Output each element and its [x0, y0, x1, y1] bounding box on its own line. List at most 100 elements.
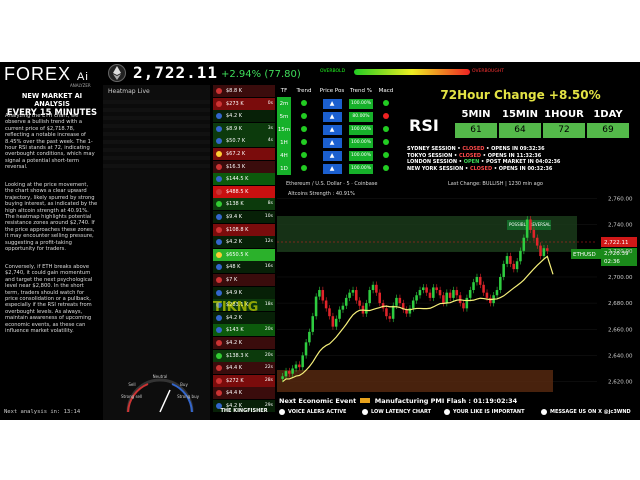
gauge-label-strong-sell: Strong sell	[121, 394, 142, 399]
rsi-value-5min: 61	[455, 123, 497, 138]
candle-body	[462, 303, 465, 309]
whale-trade-row: $4.4 K 22s	[213, 362, 275, 375]
trade-time: 12s	[264, 239, 273, 245]
coin-icon	[216, 264, 222, 271]
candle-body	[388, 316, 392, 319]
candle-body	[398, 297, 402, 304]
whale-trade-row: $7 K	[213, 274, 275, 286]
candle-body	[515, 261, 519, 270]
candle-body	[324, 300, 328, 309]
candle-body	[378, 292, 381, 304]
candle-body	[542, 248, 546, 257]
coin-icon	[216, 239, 222, 246]
candle-body	[425, 287, 428, 293]
dot-icon	[541, 408, 547, 415]
trend-cell	[291, 149, 317, 162]
whale-trade-row: $67.2 K	[213, 148, 275, 160]
trade-time: 4s	[267, 138, 273, 144]
price-chart[interactable]: POSSIBLE REVERSAL 2,722.11 ETHUSD 2,720.…	[277, 178, 637, 400]
y-tick-label: 2,720.00	[608, 249, 633, 255]
trade-time: 18s	[264, 302, 273, 308]
whale-trade-row: $4.2 K	[213, 110, 275, 123]
current-price-tag-text: 2,722.11	[604, 240, 629, 246]
trend-pct-cell: 100.00%	[347, 136, 375, 149]
y-tick-label: 2,680.00	[608, 301, 633, 307]
overbought-label: OVERBOUGHT	[472, 69, 504, 74]
trend-up-icon	[301, 125, 307, 132]
trade-time: 0s	[267, 100, 273, 106]
candle-body	[458, 295, 462, 304]
candle-body	[452, 290, 455, 298]
whale-trade-row: $488.5 K	[213, 185, 275, 198]
trade-value: $4.4 K	[226, 365, 243, 372]
gauge-label-strong-buy: Strong buy	[177, 394, 200, 399]
rsi-tf-15min: 15MIN	[502, 109, 538, 120]
coin-icon	[216, 100, 222, 107]
col-trend: Trend	[296, 88, 312, 94]
timeframe-row: 5m ▲ 80.00%	[277, 110, 397, 123]
whale-trade-row: $272 K 28s	[213, 374, 275, 387]
y-tick-label: 2,740.00	[608, 223, 633, 229]
coin-icon	[216, 88, 222, 94]
support-zone	[277, 370, 553, 392]
up-arrow-icon: ▲	[322, 137, 342, 148]
trade-value: $650.5 K	[226, 251, 249, 258]
tf-label: 5m	[277, 110, 291, 123]
gauge-label-buy: Buy	[180, 382, 188, 387]
headline-line-1: NEW MARKET AI ANALYSIS	[21, 92, 83, 108]
candle-body	[308, 331, 311, 343]
time-tag: 02:36	[604, 259, 620, 265]
whale-trade-row: $4.2 K	[213, 337, 275, 349]
candle-body	[448, 292, 452, 298]
up-arrow-icon: ▲	[322, 98, 342, 109]
macd-cell	[375, 123, 397, 136]
coin-icon	[216, 226, 222, 233]
gauge-label-neutral: Neutral	[153, 374, 168, 379]
rsi-label: RSI	[409, 116, 439, 135]
candle-body	[365, 303, 368, 314]
candle-body	[321, 290, 325, 301]
coin-icon	[216, 251, 222, 258]
market-sessions: SYDNEY SESSION • CLOSED • OPENS IN 09:32…	[407, 146, 634, 172]
trade-value: $8.8 K	[226, 88, 243, 94]
analysis-paragraph-2: Looking at the price movement, the chart…	[5, 182, 98, 253]
col-macd: Macd	[378, 88, 394, 94]
candle-body	[281, 376, 284, 379]
whale-trade-row: $50.7 K 4s	[213, 135, 275, 148]
trade-value: $272 K	[226, 377, 244, 384]
trade-value: $9.4 K	[226, 214, 243, 220]
coin-icon	[216, 390, 222, 397]
trade-value: $4.4 K	[226, 390, 243, 397]
trade-value: $67.2 K	[226, 151, 246, 157]
coin-icon	[216, 365, 222, 372]
change-72h: 72Hour Change +8.50%	[440, 88, 601, 102]
candle-body	[304, 342, 308, 356]
macd-dot-icon	[383, 125, 389, 132]
timeframe-row: 1H ▲ 100.00%	[277, 136, 397, 149]
y-tick-label: 2,660.00	[608, 327, 633, 333]
heatmap-title: Heatmap Live	[108, 88, 150, 95]
next-analysis-timer: Next analysis in: 13:14	[4, 409, 81, 415]
chart-symbol-line: Ethereum / U.S. Dollar · 5 · Coinbase	[286, 181, 378, 187]
candle-body	[298, 364, 301, 368]
oversold-label: OVERBOLD	[320, 69, 346, 74]
macd-dot-icon	[383, 164, 389, 171]
trade-time: 10s	[264, 214, 273, 219]
whale-trade-row: $108.8 K	[213, 223, 275, 236]
y-tick-label: 2,640.00	[608, 353, 633, 359]
candle-body	[284, 371, 288, 377]
candle-body	[525, 219, 529, 238]
analysis-paragraph-3: Conversely, if ETH breaks above $2,740, …	[5, 264, 93, 335]
rsi-tf-1hour: 1HOUR	[544, 109, 584, 120]
chart-last-change: Last Change: BULLISH | 1230 min ago	[448, 181, 543, 187]
timeframe-row: 4H ▲ 100.00%	[277, 149, 397, 162]
bottom-letterbox	[0, 420, 640, 480]
candle-body	[489, 297, 492, 304]
tf-label: 4H	[277, 149, 291, 162]
trend-cell	[291, 162, 317, 175]
trade-value: $48 K	[226, 264, 241, 271]
candle-body	[435, 287, 438, 291]
watermark: TIKNG	[213, 300, 259, 315]
session-newyork: NEW YORK SESSION • CLOSED • OPENS IN 00:…	[407, 165, 553, 172]
candle-body	[438, 290, 442, 296]
